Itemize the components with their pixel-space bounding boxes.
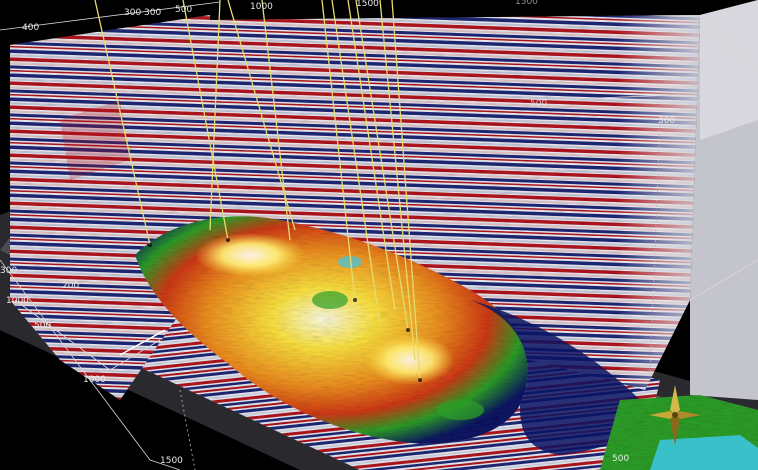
tick-label-top-300b: 300 xyxy=(144,8,161,18)
tick-label-right-top-500: 500 xyxy=(530,99,547,109)
tick-label-top-right-1500: 1500 xyxy=(515,0,538,7)
tick-label-left-1000b: 1000 xyxy=(83,375,106,385)
amplitude-hotspot-1 xyxy=(195,233,305,277)
tick-label-left-200: 200 xyxy=(62,281,79,291)
amplitude-hotspot-2 xyxy=(365,335,455,385)
tick-label-top-1000: 1000 xyxy=(250,2,273,12)
amplitude-green-patch-2 xyxy=(436,400,484,420)
tick-label-top-300a: 300 xyxy=(124,8,141,18)
lower-right-cyan-strip xyxy=(650,435,758,470)
seismic-3d-view[interactable]: 400 300 300 500 1000 1500 1500 300 1000 … xyxy=(0,0,758,470)
tick-label-top-1500: 1500 xyxy=(356,0,379,9)
tick-label-right-300: 300 xyxy=(658,116,675,126)
tick-label-left-1000: 1000 xyxy=(6,296,29,306)
tick-label-left-300: 300 xyxy=(0,266,17,276)
right-side-panel-shade xyxy=(700,0,758,140)
amplitude-green-patch-1 xyxy=(312,291,348,309)
tick-label-left-500: 500 xyxy=(34,321,51,331)
tick-label-bottom-1500: 1500 xyxy=(160,456,183,466)
tick-label-top-500: 500 xyxy=(175,5,192,15)
tick-label-top-400: 400 xyxy=(22,23,39,33)
tick-label-right-500: 500 xyxy=(612,454,629,464)
